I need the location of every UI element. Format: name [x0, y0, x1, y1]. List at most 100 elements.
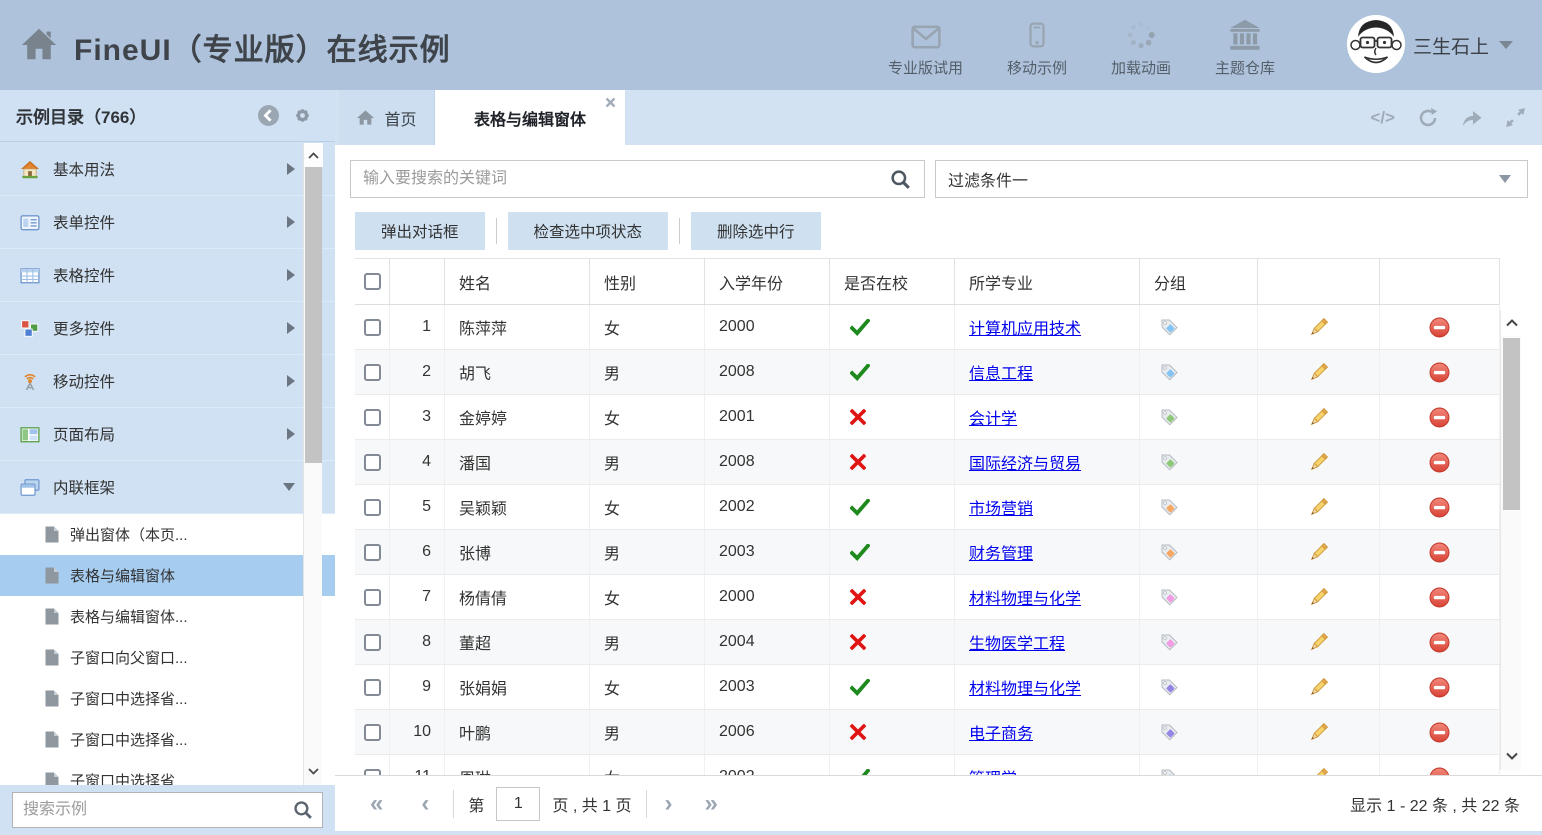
sidebar-subitem[interactable]: 表格与编辑窗体: [0, 555, 335, 596]
sidebar-item[interactable]: 表格控件: [0, 249, 335, 302]
avatar[interactable]: [1347, 15, 1405, 73]
scroll-up-icon[interactable]: [304, 143, 323, 167]
edit-pencil-icon[interactable]: [1308, 767, 1329, 776]
edit-pencil-icon[interactable]: [1308, 587, 1329, 608]
row-checkbox[interactable]: [364, 634, 381, 651]
major-link[interactable]: 会计学: [969, 405, 1017, 429]
close-icon[interactable]: [605, 97, 616, 108]
prev-page-icon[interactable]: ‹: [421, 792, 429, 816]
delete-icon[interactable]: [1429, 587, 1450, 608]
scroll-down-icon[interactable]: [1501, 744, 1522, 768]
edit-pencil-icon[interactable]: [1308, 632, 1329, 653]
table-row[interactable]: 7杨倩倩女2000材料物理与化学: [355, 575, 1500, 620]
last-page-icon[interactable]: »: [705, 792, 718, 816]
sidebar-item[interactable]: 内联框架: [0, 461, 335, 514]
edit-pencil-icon[interactable]: [1308, 317, 1329, 338]
delete-icon[interactable]: [1429, 677, 1450, 698]
table-row[interactable]: 8董超男2004生物医学工程: [355, 620, 1500, 665]
delete-icon[interactable]: [1429, 722, 1450, 743]
edit-pencil-icon[interactable]: [1308, 677, 1329, 698]
table-row[interactable]: 9张娟娟女2003材料物理与化学: [355, 665, 1500, 710]
sidebar-item[interactable]: 基本用法: [0, 143, 335, 196]
sidebar-subitem[interactable]: 子窗口中选择省: [0, 760, 335, 785]
major-link[interactable]: 市场营销: [969, 495, 1033, 519]
delete-icon[interactable]: [1429, 767, 1450, 776]
search-icon[interactable]: [293, 800, 313, 820]
gear-icon[interactable]: [292, 105, 313, 126]
sidebar-item[interactable]: 表单控件: [0, 196, 335, 249]
sidebar-subitem[interactable]: 子窗口中选择省...: [0, 678, 335, 719]
edit-pencil-icon[interactable]: [1308, 407, 1329, 428]
table-row[interactable]: 1陈萍萍女2000计算机应用技术: [355, 305, 1500, 350]
collapse-sidebar-icon[interactable]: [257, 104, 280, 127]
sidebar-subitem[interactable]: 表格与编辑窗体...: [0, 596, 335, 637]
toolbar-button[interactable]: 删除选中行: [691, 212, 821, 250]
table-row[interactable]: 3金婷婷女2001会计学: [355, 395, 1500, 440]
header-action[interactable]: 专业版试用: [888, 13, 963, 78]
major-link[interactable]: 财务管理: [969, 540, 1033, 564]
major-link[interactable]: 计算机应用技术: [969, 315, 1081, 339]
delete-icon[interactable]: [1429, 542, 1450, 563]
toolbar-button[interactable]: 弹出对话框: [355, 212, 485, 250]
table-row[interactable]: 11周琳女2002管理学: [355, 755, 1500, 775]
sidebar-scrollbar[interactable]: [303, 143, 322, 785]
header-action[interactable]: 移动示例: [1007, 13, 1067, 78]
major-link[interactable]: 材料物理与化学: [969, 585, 1081, 609]
row-checkbox[interactable]: [364, 499, 381, 516]
row-checkbox[interactable]: [364, 589, 381, 606]
scrollbar-thumb[interactable]: [1503, 338, 1520, 510]
header-action[interactable]: 主题仓库: [1215, 13, 1275, 78]
header-action[interactable]: 加载动画: [1111, 13, 1171, 78]
scroll-up-icon[interactable]: [1501, 310, 1522, 336]
tab-home[interactable]: 首页: [339, 90, 435, 145]
tab-active[interactable]: 表格与编辑窗体: [435, 90, 625, 145]
row-checkbox[interactable]: [364, 544, 381, 561]
next-page-icon[interactable]: ›: [665, 792, 673, 816]
row-checkbox[interactable]: [364, 454, 381, 471]
delete-icon[interactable]: [1429, 362, 1450, 383]
row-checkbox[interactable]: [364, 724, 381, 741]
source-code-icon[interactable]: </>: [1370, 108, 1395, 128]
edit-pencil-icon[interactable]: [1308, 452, 1329, 473]
delete-icon[interactable]: [1429, 452, 1450, 473]
row-checkbox[interactable]: [364, 319, 381, 336]
delete-icon[interactable]: [1429, 407, 1450, 428]
major-link[interactable]: 管理学: [969, 765, 1017, 775]
sidebar-subitem[interactable]: 子窗口中选择省...: [0, 719, 335, 760]
home-icon[interactable]: [20, 26, 58, 62]
search-icon[interactable]: [890, 169, 911, 190]
share-icon[interactable]: [1461, 108, 1483, 128]
table-row[interactable]: 10叶鹏男2006电子商务: [355, 710, 1500, 755]
table-row[interactable]: 4潘国男2008国际经济与贸易: [355, 440, 1500, 485]
sidebar-item[interactable]: 移动控件: [0, 355, 335, 408]
delete-icon[interactable]: [1429, 632, 1450, 653]
row-checkbox[interactable]: [364, 409, 381, 426]
edit-pencil-icon[interactable]: [1308, 722, 1329, 743]
edit-pencil-icon[interactable]: [1308, 362, 1329, 383]
expand-icon[interactable]: [1505, 107, 1526, 128]
edit-pencil-icon[interactable]: [1308, 542, 1329, 563]
table-row[interactable]: 6张博男2003财务管理: [355, 530, 1500, 575]
major-link[interactable]: 信息工程: [969, 360, 1033, 384]
filter-dropdown[interactable]: 过滤条件一: [935, 160, 1528, 198]
scroll-down-icon[interactable]: [304, 759, 323, 783]
row-checkbox[interactable]: [364, 679, 381, 696]
table-scrollbar[interactable]: [1500, 310, 1521, 770]
major-link[interactable]: 生物医学工程: [969, 630, 1065, 654]
scrollbar-thumb[interactable]: [305, 167, 322, 463]
major-link[interactable]: 材料物理与化学: [969, 675, 1081, 699]
first-page-icon[interactable]: «: [370, 792, 383, 816]
refresh-icon[interactable]: [1417, 107, 1439, 129]
sidebar-subitem[interactable]: 子窗口向父窗口...: [0, 637, 335, 678]
page-number-input[interactable]: [496, 787, 540, 821]
delete-icon[interactable]: [1429, 497, 1450, 518]
delete-icon[interactable]: [1429, 317, 1450, 338]
row-checkbox[interactable]: [364, 364, 381, 381]
major-link[interactable]: 电子商务: [969, 720, 1033, 744]
sidebar-subitem[interactable]: 弹出窗体（本页...: [0, 514, 335, 555]
sidebar-search-input[interactable]: [12, 792, 323, 828]
major-link[interactable]: 国际经济与贸易: [969, 450, 1081, 474]
sidebar-item[interactable]: 页面布局: [0, 408, 335, 461]
table-row[interactable]: 5吴颖颖女2002市场营销: [355, 485, 1500, 530]
table-row[interactable]: 2胡飞男2008信息工程: [355, 350, 1500, 395]
